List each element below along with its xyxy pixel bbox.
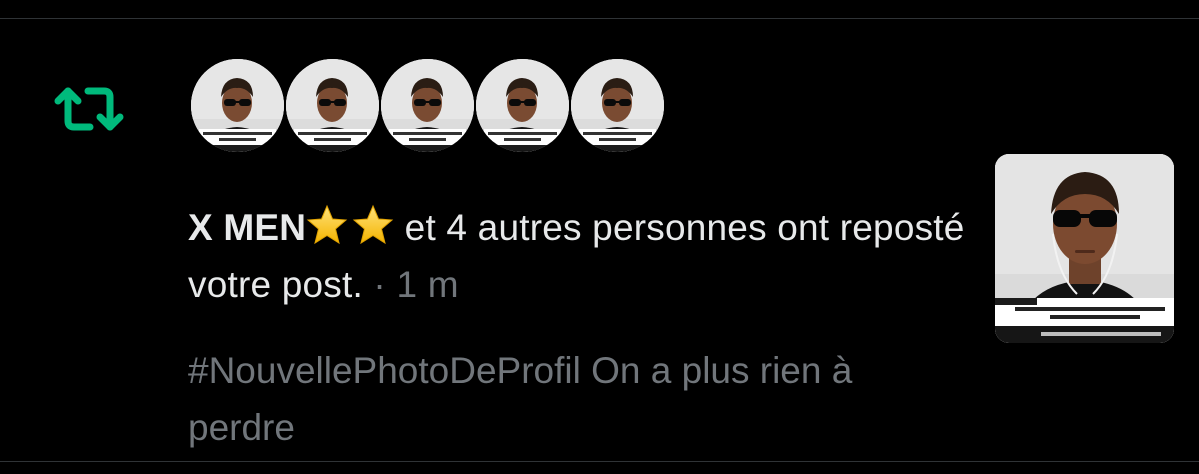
avatar[interactable] — [571, 59, 664, 152]
timestamp: 1 m — [396, 264, 459, 305]
avatar[interactable] — [476, 59, 569, 152]
avatar[interactable] — [286, 59, 379, 152]
star-icon — [306, 204, 348, 245]
star-icon — [352, 204, 394, 245]
bottom-divider — [0, 461, 1199, 462]
actor-name[interactable]: X MEN — [188, 207, 306, 248]
avatar[interactable] — [191, 59, 284, 152]
notification-text: X MEN et 4 autres personnes ont reposté … — [188, 199, 968, 313]
avatar[interactable] — [381, 59, 474, 152]
reposter-avatars[interactable] — [191, 59, 666, 155]
post-photo[interactable] — [995, 154, 1174, 343]
post-excerpt[interactable]: #NouvellePhotoDeProfil On a plus rien à … — [188, 342, 948, 456]
separator-dot: · — [362, 264, 397, 305]
repost-icon — [54, 83, 124, 135]
repost-notification[interactable]: X MEN et 4 autres personnes ont reposté … — [0, 19, 1199, 461]
